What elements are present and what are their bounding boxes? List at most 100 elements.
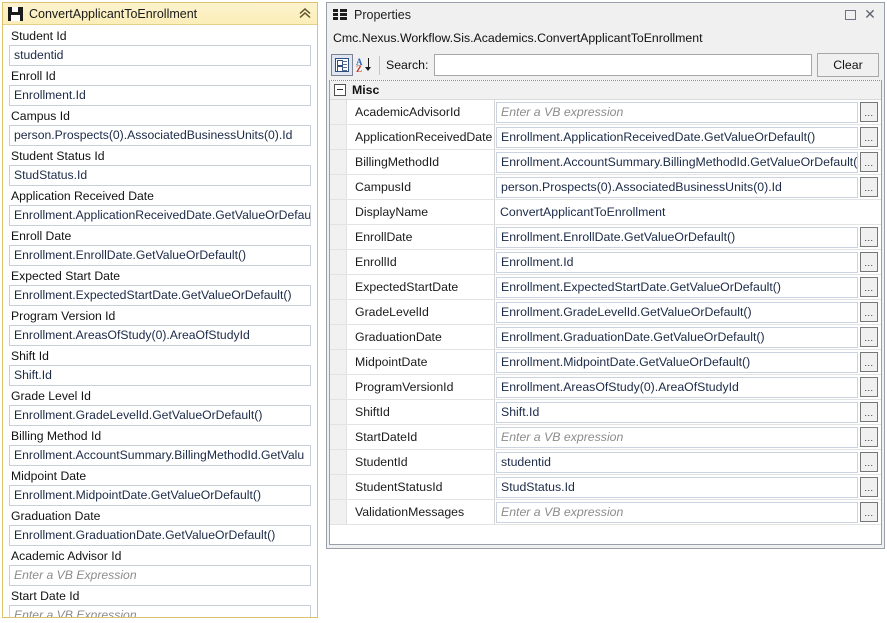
property-row[interactable]: MidpointDate Enrollment.MidpointDate.GetV… (330, 350, 881, 375)
field-expression-input[interactable]: StudStatus.Id (9, 165, 311, 186)
property-row[interactable]: GradeLevelId Enrollment.GradeLevelId.GetV… (330, 300, 881, 325)
field-expression-input[interactable]: Enrollment.AreasOfStudy(0).AreaOfStudyId (9, 325, 311, 346)
expression-editor-ellipsis-button[interactable]: ... (860, 102, 878, 122)
field-expression-input[interactable]: Enrollment.Id (9, 85, 311, 106)
expression-editor-ellipsis-button[interactable]: ... (860, 227, 878, 247)
property-value-input[interactable]: Enrollment.GraduationDate.GetValueOrDefa… (496, 326, 858, 348)
field-expression-input[interactable]: Enter a VB Expression (9, 605, 311, 617)
property-value-input[interactable]: Enter a VB expression (496, 101, 858, 123)
expression-editor-ellipsis-button[interactable]: ... (860, 452, 878, 472)
collapse-minus-icon[interactable] (334, 84, 346, 96)
expression-editor-ellipsis-button[interactable]: ... (860, 327, 878, 347)
property-row[interactable]: DisplayName ConvertApplicantToEnrollment (330, 200, 881, 225)
close-icon[interactable]: ✕ (860, 6, 880, 24)
chevrons-up-icon[interactable] (297, 6, 313, 22)
property-row[interactable]: CampusId person.Prospects(0).AssociatedBu… (330, 175, 881, 200)
property-row[interactable]: StudentId studentid... (330, 450, 881, 475)
property-name-cell: ValidationMessages (347, 500, 495, 524)
property-value-cell: Enrollment.ApplicationReceivedDate.GetVa… (495, 125, 881, 149)
expression-editor-ellipsis-button[interactable]: ... (860, 152, 878, 172)
property-value-input[interactable]: studentid (496, 451, 858, 473)
property-row-gutter (330, 450, 347, 474)
expression-editor-ellipsis-button[interactable]: ... (860, 402, 878, 422)
property-group-header-misc[interactable]: Misc (330, 81, 881, 100)
field-label: Start Date Id (11, 589, 80, 603)
property-row[interactable]: StudentStatusId StudStatus.Id... (330, 475, 881, 500)
field-expression-input[interactable]: Enrollment.MidpointDate.GetValueOrDefaul… (9, 485, 311, 506)
field-expression-input[interactable]: Enrollment.GradeLevelId.GetValueOrDefaul… (9, 405, 311, 426)
expression-editor-ellipsis-button[interactable]: ... (860, 477, 878, 497)
property-value-input[interactable]: Enter a VB expression (496, 426, 858, 448)
property-row[interactable]: ExpectedStartDate Enrollment.ExpectedStar… (330, 275, 881, 300)
property-row-gutter (330, 100, 347, 124)
property-value-input[interactable]: StudStatus.Id (496, 476, 858, 498)
expression-editor-ellipsis-button[interactable]: ... (860, 352, 878, 372)
expression-editor-ellipsis-button[interactable]: ... (860, 302, 878, 322)
expression-editor-ellipsis-button[interactable]: ... (860, 427, 878, 447)
property-value-cell: Shift.Id... (495, 400, 881, 424)
property-row[interactable]: ApplicationReceivedDate Enrollment.Applic… (330, 125, 881, 150)
property-row[interactable]: ValidationMessages Enter a VB expression.… (330, 500, 881, 525)
expression-editor-ellipsis-button[interactable]: ... (860, 177, 878, 197)
field-expression-input[interactable]: person.Prospects(0).AssociatedBusinessUn… (9, 125, 311, 146)
property-row[interactable]: GraduationDate Enrollment.GraduationDate.… (330, 325, 881, 350)
expression-editor-ellipsis-button[interactable]: ... (860, 377, 878, 397)
field-expression-input[interactable]: Enrollment.AccountSummary.BillingMethodI… (9, 445, 311, 466)
expression-editor-ellipsis-button[interactable]: ... (860, 252, 878, 272)
field-expression-input[interactable]: Enrollment.EnrollDate.GetValueOrDefault(… (9, 245, 311, 266)
property-name-cell: GradeLevelId (347, 300, 495, 324)
property-value-input[interactable]: person.Prospects(0).AssociatedBusinessUn… (496, 176, 858, 198)
property-value-input[interactable]: Enrollment.ExpectedStartDate.GetValueOrD… (496, 276, 858, 298)
property-value-input[interactable]: Enrollment.MidpointDate.GetValueOrDefaul… (496, 351, 858, 373)
property-row[interactable]: AcademicAdvisorId Enter a VB expression..… (330, 100, 881, 125)
property-row-gutter (330, 225, 347, 249)
property-value-input[interactable]: Enrollment.EnrollDate.GetValueOrDefault(… (496, 226, 858, 248)
field-label: Campus Id (11, 109, 70, 123)
field-label: Graduation Date (11, 509, 101, 523)
expression-editor-ellipsis-button[interactable]: ... (860, 502, 878, 522)
property-name-cell: StartDateId (347, 425, 495, 449)
property-row-gutter (330, 175, 347, 199)
property-row[interactable]: BillingMethodId Enrollment.AccountSummary… (330, 150, 881, 175)
property-row-gutter (330, 150, 347, 174)
property-row[interactable]: ProgramVersionId Enrollment.AreasOfStudy(… (330, 375, 881, 400)
field-expression-input[interactable]: Shift.Id (9, 365, 311, 386)
field-label: Billing Method Id (11, 429, 102, 443)
search-input[interactable] (434, 54, 812, 76)
property-name-cell: ProgramVersionId (347, 375, 495, 399)
property-name-cell: ShiftId (347, 400, 495, 424)
property-value-input[interactable]: Enrollment.ApplicationReceivedDate.GetVa… (496, 126, 858, 148)
field-expression-input[interactable]: Enrollment.ExpectedStartDate.GetValueOrD… (9, 285, 311, 306)
sort-alphabetical-icon[interactable]: AZ (353, 54, 375, 76)
property-row-gutter (330, 375, 347, 399)
property-value-cell: Enrollment.EnrollDate.GetValueOrDefault(… (495, 225, 881, 249)
expression-editor-ellipsis-button[interactable]: ... (860, 127, 878, 147)
field-expression-input[interactable]: Enrollment.GraduationDate.GetValueOrDefa… (9, 525, 311, 546)
property-value-input[interactable]: Enter a VB expression (496, 501, 858, 523)
field-expression-input[interactable]: Enter a VB Expression (9, 565, 311, 586)
clear-button[interactable]: Clear (817, 53, 879, 77)
property-value-input[interactable]: Enrollment.AccountSummary.BillingMethodI… (496, 151, 858, 173)
property-row[interactable]: ShiftId Shift.Id... (330, 400, 881, 425)
property-row-gutter (330, 400, 347, 424)
toolbar-separator (379, 55, 380, 75)
field-expression-input[interactable]: Enrollment.ApplicationReceivedDate.GetVa… (9, 205, 311, 226)
property-value-input[interactable]: Enrollment.Id (496, 251, 858, 273)
property-row-gutter (330, 325, 347, 349)
categorized-view-icon[interactable] (331, 54, 353, 76)
properties-title-label: Properties (354, 7, 411, 22)
field-expression-input[interactable]: studentid (9, 45, 311, 66)
maximize-icon[interactable] (840, 6, 860, 24)
property-value-input[interactable]: Enrollment.AreasOfStudy(0).AreaOfStudyId (496, 376, 858, 398)
search-label: Search: (386, 58, 429, 72)
property-row[interactable]: StartDateId Enter a VB expression... (330, 425, 881, 450)
property-value-input[interactable]: ConvertApplicantToEnrollment (496, 202, 858, 223)
property-row-gutter (330, 475, 347, 499)
property-value-input[interactable]: Enrollment.GradeLevelId.GetValueOrDefaul… (496, 301, 858, 323)
property-value-input[interactable]: Shift.Id (496, 401, 858, 423)
property-row-gutter (330, 500, 347, 524)
property-row[interactable]: EnrollDate Enrollment.EnrollDate.GetValue… (330, 225, 881, 250)
property-rows-container: AcademicAdvisorId Enter a VB expression..… (330, 100, 881, 544)
property-row[interactable]: EnrollId Enrollment.Id... (330, 250, 881, 275)
expression-editor-ellipsis-button[interactable]: ... (860, 277, 878, 297)
